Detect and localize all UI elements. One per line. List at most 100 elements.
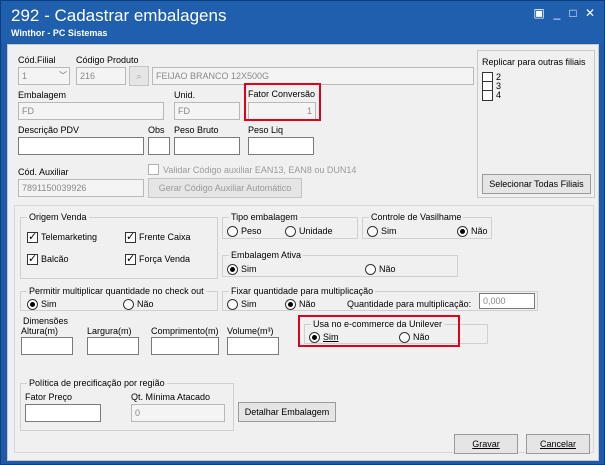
descricao-pdv-field[interactable] — [18, 137, 144, 155]
gerar-codigo-button[interactable]: Gerar Código Auxiliar Automático — [148, 178, 302, 198]
balcao-label: Balcão — [41, 254, 69, 264]
ativa-nao-radio[interactable] — [365, 264, 376, 275]
vasilhame-sim-radio[interactable] — [367, 226, 378, 237]
telemarketing-checkbox[interactable] — [27, 230, 38, 243]
restore-icon[interactable]: ▣ — [530, 5, 548, 21]
comprimento-label: Comprimento(m) — [151, 326, 219, 336]
qt-minima-label: Qt. Mínima Atacado — [131, 392, 211, 402]
cod-filial-select[interactable]: 1 ﹀ — [18, 67, 70, 85]
fixar-sim-radio[interactable] — [227, 299, 238, 310]
tipo-unidade-radio[interactable] — [285, 226, 296, 237]
qtd-multiplicacao-field[interactable]: 0,000 — [479, 293, 535, 309]
politica-label: Política de precificação por região — [27, 378, 167, 388]
cod-filial-value: 1 — [22, 71, 28, 81]
ativa-sim-radio[interactable] — [227, 264, 238, 275]
embalagem-ativa-group: Embalagem Ativa Sim Não — [222, 250, 458, 277]
fixar-sim-label: Sim — [241, 299, 257, 309]
ecommerce-highlight — [298, 315, 460, 347]
replicar-label: Replicar para outras filiais — [482, 57, 586, 67]
unid-field[interactable]: FD — [174, 102, 240, 120]
cod-auxiliar-label: Cód. Auxiliar — [18, 167, 69, 177]
frente-caixa-label: Frente Caixa — [139, 232, 191, 242]
obs-label: Obs — [148, 125, 165, 135]
tipo-peso-label: Peso — [241, 226, 262, 236]
telemarketing-label: Telemarketing — [41, 232, 98, 242]
embalagem-ativa-label: Embalagem Ativa — [229, 250, 304, 260]
politica-group: Política de precificação por região Fato… — [20, 378, 234, 431]
cod-produto-label: Código Produto — [76, 55, 139, 65]
tipo-unidade-label: Unidade — [299, 226, 333, 236]
peso-bruto-field[interactable] — [174, 137, 240, 155]
chevron-down-icon: ﹀ — [59, 71, 67, 80]
ativa-nao-label: Não — [379, 264, 396, 274]
dimensoes-group: Dimensões Altura(m) Largura(m) Comprimen… — [20, 316, 290, 355]
origem-venda-group: Origem Venda Telemarketing Frente Caixa … — [20, 212, 218, 279]
cod-produto-field[interactable]: 216 — [76, 67, 126, 85]
cod-auxiliar-field[interactable]: 7891150039926 — [18, 179, 144, 197]
origem-venda-label: Origem Venda — [27, 212, 89, 222]
search-product-icon[interactable]: ⌕ — [129, 66, 149, 86]
peso-liq-field[interactable] — [248, 137, 314, 155]
cod-filial-label: Cód.Filial — [18, 55, 56, 65]
multiplicar-sim-radio[interactable] — [27, 299, 38, 310]
window-subtitle: Winthor - PC Sistemas — [11, 28, 108, 38]
tipo-embalagem-label: Tipo embalagem — [229, 212, 300, 222]
multiplicar-nao-radio[interactable] — [123, 299, 134, 310]
window-title: 292 - Cadastrar embalagens — [11, 6, 227, 25]
obs-field[interactable] — [148, 137, 170, 155]
multiplicar-nao-label: Não — [137, 299, 154, 309]
frente-caixa-checkbox[interactable] — [125, 230, 136, 243]
volume-field[interactable] — [227, 337, 279, 355]
cancelar-button[interactable]: Cancelar — [526, 434, 590, 454]
gravar-button[interactable]: Gravar — [454, 434, 518, 454]
selecionar-todas-button[interactable]: Selecionar Todas Filiais — [482, 174, 591, 194]
filial-4-checkbox[interactable] — [482, 90, 493, 101]
replicar-panel: Replicar para outras filiais 2 3 4 Selec… — [477, 50, 595, 198]
largura-field[interactable] — [87, 337, 139, 355]
controle-vasilhame-label: Controle de Vasilhame — [369, 212, 464, 222]
fator-conversao-highlight — [244, 83, 321, 121]
balcao-checkbox[interactable] — [27, 252, 38, 265]
permitir-multiplicar-label: Permitir multiplicar quantidade no check… — [27, 286, 206, 296]
controle-vasilhame-group: Controle de Vasilhame Sim Não — [362, 212, 492, 239]
permitir-multiplicar-group: Permitir multiplicar quantidade no check… — [20, 286, 218, 311]
window: 292 - Cadastrar embalagens Winthor - PC … — [0, 0, 605, 465]
largura-label: Largura(m) — [87, 326, 132, 336]
unid-label: Unid. — [174, 90, 196, 100]
embalagem-field[interactable]: FD — [18, 102, 164, 120]
fixar-quantidade-label: Fixar quantidade para multiplicação — [229, 286, 376, 296]
embalagem-label: Embalagem — [18, 90, 67, 100]
volume-label: Volume(m³) — [227, 326, 274, 336]
multiplicar-sim-label: Sim — [41, 299, 57, 309]
vasilhame-nao-radio[interactable] — [457, 226, 468, 237]
altura-label: Altura(m) — [21, 326, 59, 336]
dimensoes-label: Dimensões — [21, 316, 71, 326]
form-client-area: Cód.Filial 1 ﹀ Código Produto 216 ⌕ FEIJ… — [7, 44, 599, 461]
peso-liq-label: Peso Liq — [248, 125, 284, 135]
fixar-nao-radio[interactable] — [285, 299, 296, 310]
fator-preco-field[interactable] — [25, 404, 101, 422]
descricao-pdv-label: Descrição PDV — [18, 125, 80, 135]
tipo-peso-radio[interactable] — [227, 226, 238, 237]
fixar-nao-label: Não — [299, 299, 316, 309]
validar-label: Validar Código auxiliar EAN13, EAN8 ou D… — [163, 165, 357, 175]
tipo-embalagem-group: Tipo embalagem Peso Unidade — [222, 212, 358, 239]
forca-venda-checkbox[interactable] — [125, 252, 136, 265]
validar-checkbox[interactable] — [148, 164, 159, 175]
vasilhame-nao-label: Não — [471, 226, 488, 236]
fator-preco-label: Fator Preço — [25, 392, 73, 402]
ativa-sim-label: Sim — [241, 264, 257, 274]
maximize-button[interactable]: □ — [564, 5, 582, 21]
detalhar-embalagem-button[interactable]: Detalhar Embalagem — [238, 402, 336, 422]
altura-field[interactable] — [21, 337, 73, 355]
fixar-quantidade-group: Fixar quantidade para multiplicação Sim … — [222, 286, 538, 311]
filial-4-label: 4 — [496, 90, 502, 100]
peso-bruto-label: Peso Bruto — [174, 125, 219, 135]
comprimento-field[interactable] — [151, 337, 219, 355]
title-bar: 292 - Cadastrar embalagens Winthor - PC … — [1, 1, 604, 43]
qtd-multiplicacao-label: Quantidade para multiplicação: — [347, 299, 472, 309]
close-button[interactable]: ✕ — [581, 5, 599, 21]
forca-venda-label: Força Venda — [139, 254, 191, 264]
qt-minima-field[interactable]: 0 — [131, 404, 225, 422]
vasilhame-sim-label: Sim — [381, 226, 397, 236]
